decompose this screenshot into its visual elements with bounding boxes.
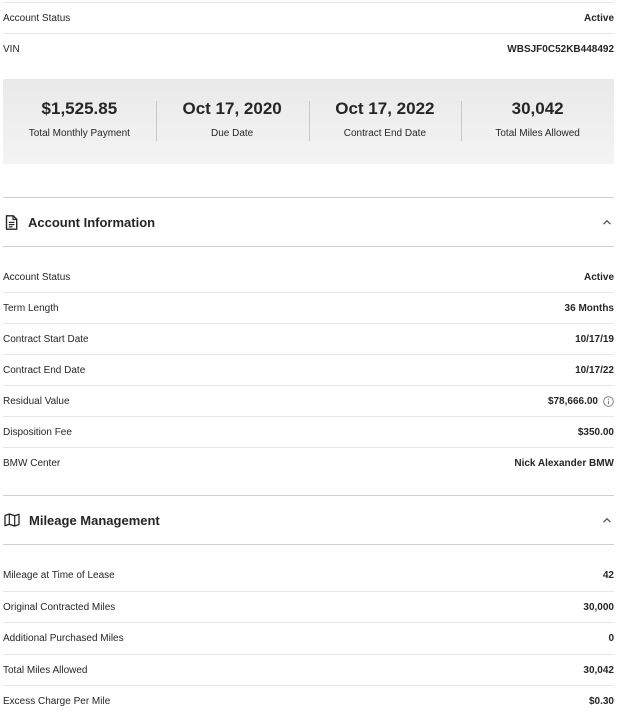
additional-purchased-miles-row: Additional Purchased Miles 0	[3, 623, 614, 653]
row-label: Additional Purchased Miles	[3, 632, 124, 644]
map-icon	[3, 512, 20, 528]
row-label: BMW Center	[3, 457, 61, 469]
account-status-row: Account Status Active	[3, 262, 614, 292]
row-value: $78,666.00	[548, 396, 614, 407]
total-miles-allowed-row: Total Miles Allowed 30,042	[3, 655, 614, 685]
vin-row: VIN WBSJF0C52KB448492	[3, 34, 614, 64]
chevron-up-icon[interactable]	[601, 216, 613, 228]
row-label: Contract End Date	[3, 364, 86, 376]
summary-label: Contract End Date	[343, 127, 426, 139]
summary-miles-allowed: 30,042 Total Miles Allowed	[461, 79, 614, 164]
summary-value: $1,525.85	[41, 98, 118, 118]
chevron-up-icon[interactable]	[601, 514, 613, 526]
row-value: 0	[608, 632, 614, 644]
row-label: Account Status	[3, 271, 71, 283]
row-label: Account Status	[3, 12, 71, 24]
row-value: $350.00	[577, 426, 614, 438]
row-label: VIN	[3, 43, 20, 55]
document-icon	[3, 214, 19, 230]
summary-label: Total Monthly Payment	[28, 127, 130, 139]
original-contracted-miles-row: Original Contracted Miles 30,000	[3, 592, 614, 622]
row-value: Nick Alexander BMW	[514, 457, 614, 469]
row-label: Contract Start Date	[3, 333, 89, 345]
payment-summary-card: $1,525.85 Total Monthly Payment Oct 17, …	[3, 79, 614, 164]
row-value: 10/17/22	[575, 364, 614, 376]
row-label: Original Contracted Miles	[3, 601, 116, 613]
row-value: Active	[583, 12, 614, 24]
row-value: 42	[602, 569, 614, 581]
row-label: Disposition Fee	[3, 426, 72, 438]
row-label: Term Length	[3, 302, 59, 314]
summary-due-date: Oct 17, 2020 Due Date	[155, 79, 309, 164]
info-icon[interactable]	[603, 395, 614, 407]
disposition-fee-row: Disposition Fee $350.00	[3, 417, 614, 447]
row-value: 36 Months	[564, 302, 614, 314]
contract-end-row: Contract End Date 10/17/22	[3, 355, 614, 385]
row-value: 30,042	[583, 664, 614, 676]
residual-value-row: Residual Value $78,666.00	[3, 386, 614, 416]
mileage-management-header[interactable]: Mileage Management	[3, 496, 614, 544]
bmw-center-row: BMW Center Nick Alexander BMW	[3, 448, 614, 478]
summary-value: Oct 17, 2020	[182, 98, 282, 118]
row-label: Excess Charge Per Mile	[3, 695, 111, 707]
row-value: 30,000	[583, 601, 614, 613]
row-value: $0.30	[588, 695, 614, 707]
row-label: Total Miles Allowed	[3, 664, 88, 676]
account-status-row: Account Status Active	[3, 3, 614, 33]
row-label: Residual Value	[3, 395, 70, 407]
section-divider	[3, 246, 614, 247]
summary-label: Total Miles Allowed	[495, 127, 580, 139]
summary-label: Due Date	[211, 127, 254, 139]
row-value: Active	[583, 271, 614, 283]
row-value: 10/17/19	[575, 333, 614, 345]
summary-value: 30,042	[511, 98, 564, 118]
contract-start-row: Contract Start Date 10/17/19	[3, 324, 614, 354]
section-title: Account Information	[28, 214, 156, 230]
section-title: Mileage Management	[29, 512, 160, 528]
row-value: WBSJF0C52KB448492	[507, 43, 614, 55]
mileage-at-lease-row: Mileage at Time of Lease 42	[3, 560, 614, 590]
summary-value: Oct 17, 2022	[335, 98, 435, 118]
summary-contract-end: Oct 17, 2022 Contract End Date	[308, 79, 462, 164]
section-divider	[3, 544, 614, 545]
term-length-row: Term Length 36 Months	[3, 293, 614, 323]
lease-details-page: Account Status Active VIN WBSJF0C52KB448…	[0, 0, 621, 720]
summary-monthly-payment: $1,525.85 Total Monthly Payment	[3, 79, 156, 164]
excess-charge-row: Excess Charge Per Mile $0.30	[3, 686, 614, 716]
residual-value-amount: $78,666.00	[547, 395, 598, 407]
row-label: Mileage at Time of Lease	[3, 569, 115, 581]
account-information-header[interactable]: Account Information	[3, 198, 614, 246]
